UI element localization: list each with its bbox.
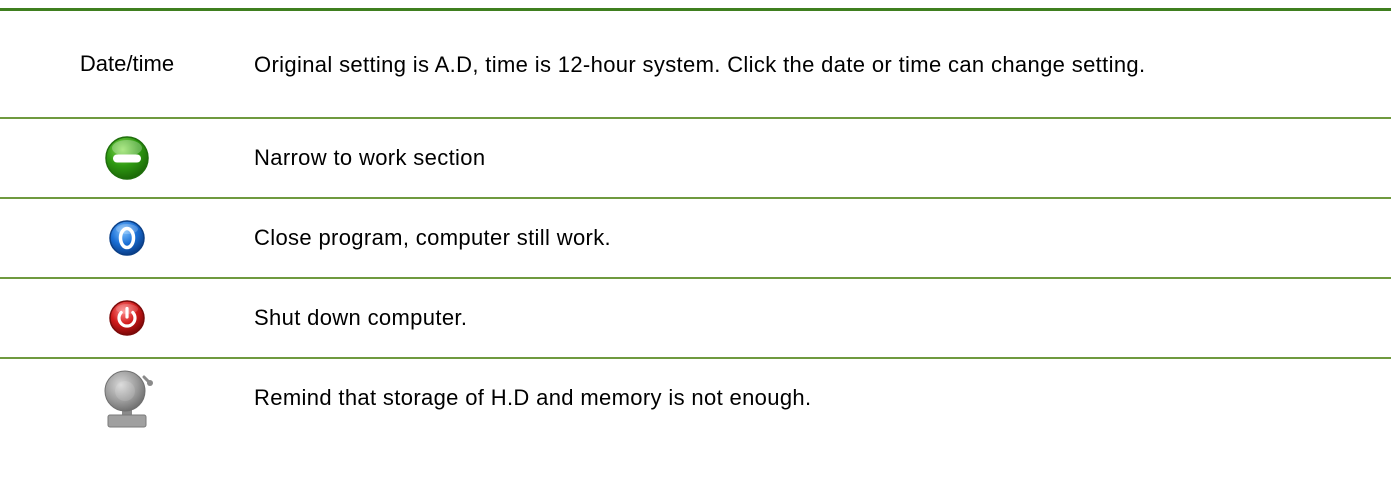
function-table: Date/time Original setting is A.D, time … [0, 8, 1391, 437]
date-time-label: Date/time [79, 51, 175, 76]
close-program-icon[interactable] [108, 219, 146, 257]
table-row-storage-alert: Remind that storage of H.D and memory is… [0, 359, 1391, 437]
power-off-icon[interactable] [108, 299, 146, 337]
table-row-close-program: Close program, computer still work. [0, 199, 1391, 279]
minimize-icon[interactable] [104, 135, 150, 181]
storage-alert-description: Remind that storage of H.D and memory is… [254, 385, 812, 410]
close-program-description: Close program, computer still work. [254, 225, 612, 250]
minimize-description: Narrow to work section [254, 145, 486, 170]
table-row-shut-down: Shut down computer. [0, 279, 1391, 359]
shut-down-description: Shut down computer. [254, 305, 468, 330]
alarm-bell-icon[interactable] [100, 367, 154, 429]
table-row-date-time: Date/time Original setting is A.D, time … [0, 11, 1391, 119]
table-row-minimize: Narrow to work section [0, 119, 1391, 199]
date-time-description: Original setting is A.D, time is 12-hour… [254, 52, 1146, 77]
